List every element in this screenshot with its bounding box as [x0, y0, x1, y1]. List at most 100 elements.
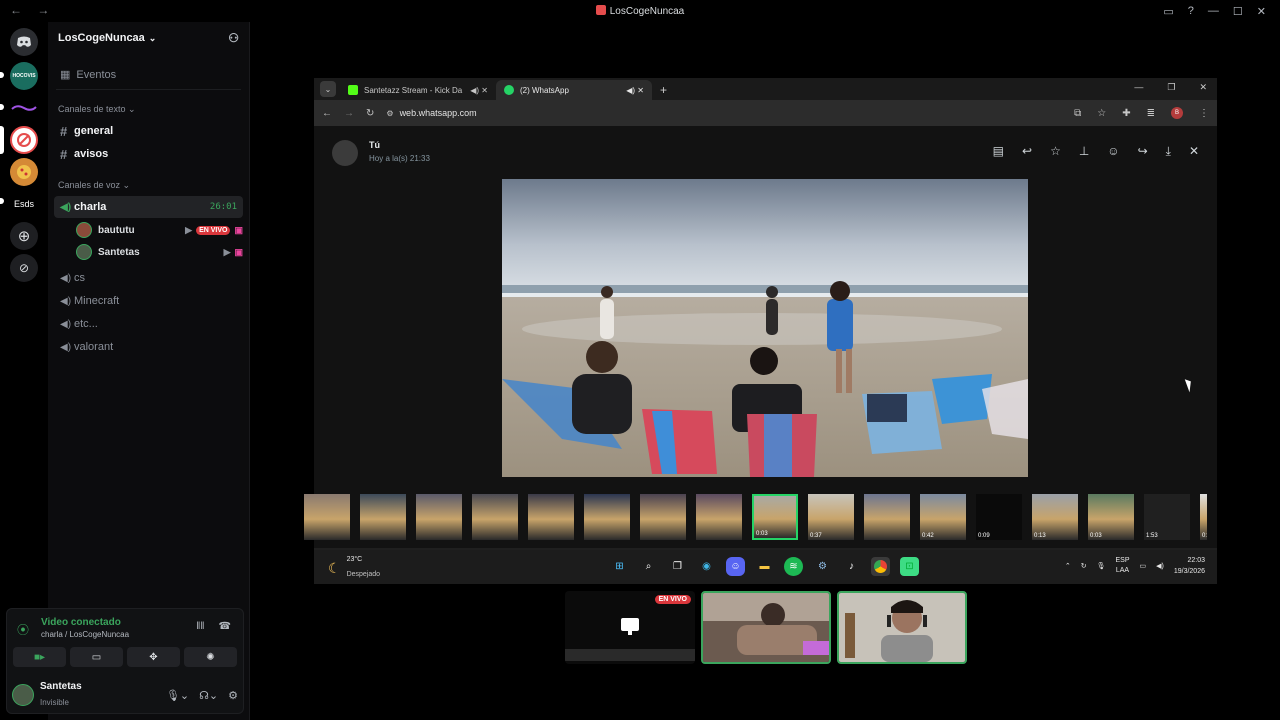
media-thumbnail[interactable]: 0:03: [1088, 494, 1134, 540]
signal-icon[interactable]: ⦿: [17, 621, 29, 638]
profile-avatar[interactable]: B: [1171, 107, 1183, 119]
media-thumbnail[interactable]: [864, 494, 910, 540]
settings-gear-icon[interactable]: ⚙: [228, 689, 238, 702]
install-app-icon[interactable]: ⧉: [1074, 108, 1081, 119]
mic-icon[interactable]: 🎙︎: [1097, 562, 1106, 570]
media-thumbnail[interactable]: 0:03: [752, 494, 798, 540]
voice-channel-etc[interactable]: ◀) etc...: [54, 313, 243, 335]
weather-widget[interactable]: ☾ 23°C Despejado: [328, 556, 380, 581]
clock[interactable]: 22:03 19/3/2026: [1174, 555, 1205, 577]
emoji-icon[interactable]: ☺: [1107, 144, 1119, 159]
camera-tile-baututu[interactable]: [701, 591, 831, 664]
connection-location[interactable]: charla / LosCogeNuncaa: [41, 630, 129, 639]
star-icon[interactable]: ☆: [1050, 144, 1061, 159]
display-icon[interactable]: ▭: [1140, 562, 1147, 570]
browser-restore[interactable]: ❐: [1167, 82, 1175, 93]
beach-photo[interactable]: [502, 179, 1028, 477]
close-button[interactable]: ✕: [1257, 5, 1266, 18]
edge-icon[interactable]: ◉: [697, 557, 716, 576]
spotify-icon[interactable]: ≋: [784, 557, 803, 576]
voice-channel-valorant[interactable]: ◀) valorant: [54, 336, 243, 358]
stream-tile[interactable]: EN VIVO: [565, 591, 695, 664]
camera-tile-santetas[interactable]: [837, 591, 967, 664]
steam-icon[interactable]: ⚙: [813, 557, 832, 576]
maximize-button[interactable]: ☐: [1233, 5, 1243, 18]
add-server-icon[interactable]: ⊕: [10, 222, 38, 250]
inbox-icon[interactable]: ▭: [1163, 5, 1173, 18]
help-icon[interactable]: ?: [1188, 5, 1194, 17]
new-tab-button[interactable]: +: [652, 83, 675, 100]
disconnect-icon[interactable]: ☎: [219, 621, 231, 632]
add-user-icon[interactable]: ⚇: [228, 31, 239, 45]
search-icon[interactable]: ⌕: [639, 557, 658, 576]
channel-avisos[interactable]: # avisos: [54, 143, 243, 165]
media-thumbnail[interactable]: 0:09: [976, 494, 1022, 540]
events-item[interactable]: ▦ Eventos: [56, 60, 241, 90]
media-thumbnail[interactable]: 0:2: [1200, 494, 1207, 540]
file-explorer-icon[interactable]: ▬: [755, 557, 774, 576]
sync-icon[interactable]: ↻: [1081, 562, 1087, 570]
server-hocovis[interactable]: HOCOVIS: [10, 62, 38, 90]
media-thumbnail[interactable]: 0:42: [920, 494, 966, 540]
text-category[interactable]: Canales de texto ⌄: [48, 90, 249, 119]
message-icon[interactable]: ▤: [993, 144, 1004, 159]
headphones-icon[interactable]: ☊⌄: [199, 689, 218, 702]
close-icon[interactable]: ✕: [1189, 144, 1199, 159]
address-bar[interactable]: web.whatsapp.com: [400, 108, 477, 118]
extensions-icon[interactable]: ✚: [1122, 108, 1130, 119]
voice-category[interactable]: Canales de voz ⌄: [48, 166, 249, 195]
media-thumbnail[interactable]: 0:13: [1032, 494, 1078, 540]
browser-close[interactable]: ✕: [1199, 82, 1207, 93]
tab-close-icon[interactable]: ◀) ✕: [466, 86, 488, 95]
chrome-icon[interactable]: [871, 557, 890, 576]
tab-close-icon[interactable]: ◀) ✕: [622, 86, 644, 95]
voice-channel-charla[interactable]: ◀) charla 26:01: [54, 196, 243, 218]
menu-icon[interactable]: ⋮: [1199, 108, 1209, 119]
download-icon[interactable]: ⤓: [1166, 144, 1171, 159]
media-thumbnail[interactable]: [472, 494, 518, 540]
media-thumbnail[interactable]: [360, 494, 406, 540]
media-thumbnail[interactable]: [304, 494, 350, 540]
camera-button[interactable]: ■▸: [13, 647, 66, 667]
windows-start-icon[interactable]: ⊞: [610, 557, 629, 576]
android-icon[interactable]: ⊡: [900, 557, 919, 576]
voice-channel-minecraft[interactable]: ◀) Minecraft: [54, 290, 243, 312]
task-view-icon[interactable]: ❐: [668, 557, 687, 576]
microphone-icon[interactable]: 🎙︎⌄: [166, 689, 189, 702]
chevron-up-icon[interactable]: ⌃: [1065, 562, 1071, 570]
back-icon[interactable]: ←: [322, 108, 332, 119]
noise-suppression-icon[interactable]: ǁǁ: [196, 621, 204, 632]
voice-user[interactable]: Santetas ▶ ▣: [76, 241, 243, 263]
server-pizza[interactable]: [10, 158, 38, 186]
explore-icon[interactable]: ⊘: [10, 254, 38, 282]
server-esds[interactable]: Esds: [10, 190, 38, 218]
media-icon[interactable]: ≣: [1147, 108, 1155, 119]
minimize-button[interactable]: —: [1208, 5, 1219, 17]
voice-user[interactable]: baututu ▶ EN VIVO ▣: [76, 219, 243, 241]
voice-channel-cs[interactable]: ◀) cs: [54, 267, 243, 289]
media-thumbnail[interactable]: [528, 494, 574, 540]
forward-icon[interactable]: ↪: [1138, 144, 1148, 159]
guild-header[interactable]: LosCogeNuncaa ⌄ ⚇: [48, 22, 249, 54]
media-thumbnail[interactable]: [416, 494, 462, 540]
media-thumbnail[interactable]: 0:37: [808, 494, 854, 540]
discord-icon[interactable]: ☺: [726, 557, 745, 576]
tab-search-icon[interactable]: ⌄: [320, 81, 336, 97]
server-loscogenuncaa[interactable]: [10, 126, 38, 154]
discord-home-icon[interactable]: [10, 28, 38, 56]
tab-whatsapp[interactable]: (2) WhatsApp ◀) ✕: [496, 80, 652, 100]
media-thumbnail[interactable]: [640, 494, 686, 540]
avatar[interactable]: [12, 684, 34, 706]
browser-minimize[interactable]: —: [1134, 82, 1143, 93]
soundboard-button[interactable]: ✺: [184, 647, 237, 667]
server-purple[interactable]: [10, 94, 38, 122]
tab-kick[interactable]: Santetazz Stream - Kick Da ◀) ✕: [340, 80, 496, 100]
forward-icon[interactable]: →: [344, 108, 354, 119]
bookmark-star-icon[interactable]: ☆: [1097, 108, 1106, 119]
activities-button[interactable]: ✥: [127, 647, 180, 667]
pin-icon[interactable]: ⊥: [1079, 144, 1089, 159]
reload-icon[interactable]: ↻: [366, 108, 374, 119]
media-thumbnail[interactable]: [696, 494, 742, 540]
site-info-icon[interactable]: ⚙: [386, 109, 393, 118]
screen-share-button[interactable]: ▭: [70, 647, 123, 667]
